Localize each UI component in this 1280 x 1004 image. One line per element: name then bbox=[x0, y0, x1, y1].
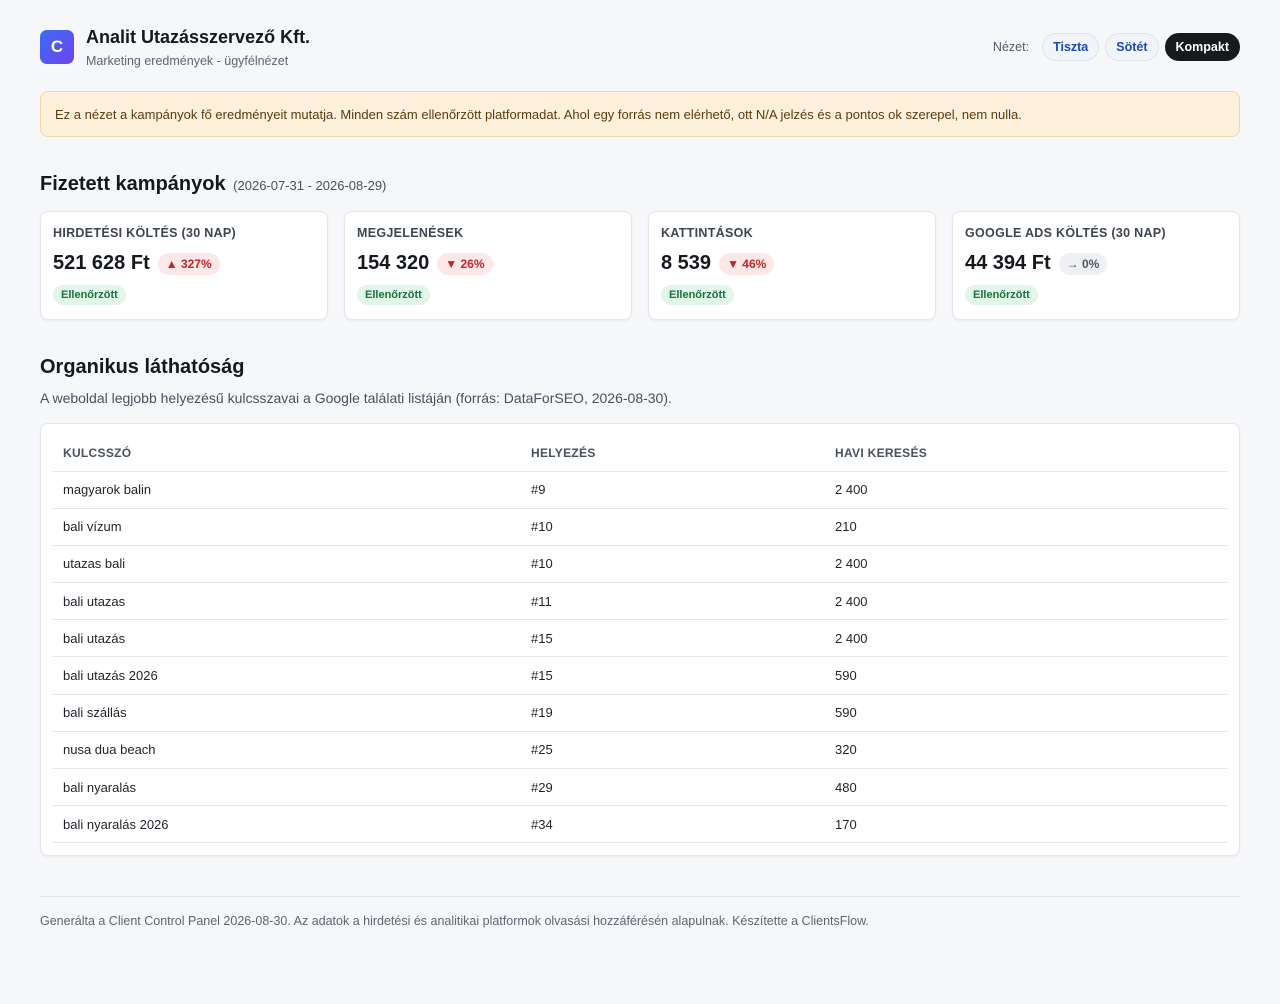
verified-badge: Ellenőrzött bbox=[357, 285, 430, 305]
column-header-keyword: KULCSSZÓ bbox=[53, 436, 521, 472]
table-row: bali nyaralás 2026 #34 170 bbox=[53, 805, 1227, 844]
info-notice: Ez a nézet a kampányok fő eredményeit mu… bbox=[40, 91, 1240, 137]
table-row: nusa dua beach #25 320 bbox=[53, 731, 1227, 770]
keyword-cell: nusa dua beach bbox=[53, 731, 521, 770]
position-cell: #25 bbox=[521, 731, 825, 770]
kpi-label: MEGJELENÉSEK bbox=[357, 226, 464, 240]
position-cell: #10 bbox=[521, 545, 825, 584]
organic-visibility-title: Organikus láthatóság bbox=[40, 356, 245, 378]
position-cell: #11 bbox=[521, 582, 825, 621]
monthly-searches-cell: 2 400 bbox=[825, 582, 1227, 621]
keyword-cell: utazas bali bbox=[53, 545, 521, 584]
keyword-cell: bali vízum bbox=[53, 508, 521, 546]
table-row: magyarok balin #9 2 400 bbox=[53, 471, 1227, 509]
table-row: bali vízum #10 210 bbox=[53, 508, 1227, 546]
monthly-searches-cell: 590 bbox=[825, 656, 1227, 695]
view-sotet-button[interactable]: Sötét bbox=[1105, 33, 1159, 61]
kpi-cards: HIRDETÉSI KÖLTÉS (30 NAP) 521 628 Ft ▲ 3… bbox=[40, 211, 1240, 320]
position-cell: #34 bbox=[521, 805, 825, 844]
kpi-card-ad-spend: HIRDETÉSI KÖLTÉS (30 NAP) 521 628 Ft ▲ 3… bbox=[40, 211, 328, 320]
monthly-searches-cell: 480 bbox=[825, 768, 1227, 807]
keyword-table-card: KULCSSZÓ HELYEZÉS HAVI KERESÉS magyarok … bbox=[40, 423, 1240, 856]
kpi-delta-down: ▼ 46% bbox=[719, 252, 775, 275]
verified-badge: Ellenőrzött bbox=[965, 285, 1038, 305]
paid-campaigns-heading: Fizetett kampányok (2026-07-31 - 2026-08… bbox=[40, 173, 386, 196]
table-row: bali utazás #15 2 400 bbox=[53, 619, 1227, 658]
keyword-table: KULCSSZÓ HELYEZÉS HAVI KERESÉS magyarok … bbox=[53, 436, 1227, 844]
kpi-label: KATTINTÁSOK bbox=[661, 226, 753, 240]
keyword-cell: bali utazás bbox=[53, 619, 521, 658]
column-header-position: HELYEZÉS bbox=[521, 436, 825, 472]
kpi-delta-up: ▲ 327% bbox=[157, 252, 220, 275]
header: C Analit Utazásszervező Kft. Marketing e… bbox=[40, 28, 1240, 72]
monthly-searches-cell: 210 bbox=[825, 508, 1227, 546]
monthly-searches-cell: 590 bbox=[825, 694, 1227, 732]
position-cell: #15 bbox=[521, 619, 825, 658]
monthly-searches-cell: 2 400 bbox=[825, 619, 1227, 658]
view-label: Nézet: bbox=[992, 40, 1030, 54]
verified-badge: Ellenőrzött bbox=[53, 285, 126, 305]
page: C Analit Utazásszervező Kft. Marketing e… bbox=[0, 0, 1280, 1004]
column-header-monthly-searches: HAVI KERESÉS bbox=[825, 436, 1227, 472]
date-range: (2026-07-31 - 2026-08-29) bbox=[233, 178, 387, 193]
kpi-label: HIRDETÉSI KÖLTÉS (30 NAP) bbox=[53, 226, 236, 240]
position-cell: #19 bbox=[521, 694, 825, 732]
company-name: Analit Utazásszervező Kft. bbox=[86, 27, 311, 47]
page-subtitle: Marketing eredmények - ügyfélnézet bbox=[86, 54, 289, 68]
monthly-searches-cell: 2 400 bbox=[825, 545, 1227, 584]
kpi-value: 521 628 Ft bbox=[53, 252, 150, 274]
position-cell: #10 bbox=[521, 508, 825, 546]
kpi-value: 44 394 Ft bbox=[965, 252, 1051, 274]
paid-campaigns-title: Fizetett kampányok bbox=[40, 173, 226, 195]
footer-divider bbox=[40, 896, 1240, 897]
kpi-card-impressions: MEGJELENÉSEK 154 320 ▼ 26% Ellenőrzött bbox=[344, 211, 632, 320]
view-tiszta-button[interactable]: Tiszta bbox=[1042, 33, 1100, 61]
kpi-delta-down: ▼ 26% bbox=[437, 252, 493, 275]
position-cell: #29 bbox=[521, 768, 825, 807]
kpi-card-clicks: KATTINTÁSOK 8 539 ▼ 46% Ellenőrzött bbox=[648, 211, 936, 320]
table-row: bali utazás 2026 #15 590 bbox=[53, 656, 1227, 695]
keyword-cell: bali utazás 2026 bbox=[53, 656, 521, 695]
footer-text: Generálta a Client Control Panel 2026-08… bbox=[40, 914, 869, 928]
keyword-cell: bali szállás bbox=[53, 694, 521, 732]
organic-description: A weboldal legjobb helyezésű kulcsszavai… bbox=[40, 390, 672, 406]
position-cell: #9 bbox=[521, 471, 825, 509]
verified-badge: Ellenőrzött bbox=[661, 285, 734, 305]
kpi-value: 154 320 bbox=[357, 252, 430, 274]
table-header-row: KULCSSZÓ HELYEZÉS HAVI KERESÉS bbox=[53, 436, 1227, 472]
keyword-cell: bali utazas bbox=[53, 582, 521, 621]
monthly-searches-cell: 2 400 bbox=[825, 471, 1227, 509]
table-row: bali nyaralás #29 480 bbox=[53, 768, 1227, 807]
kpi-delta-flat: → 0% bbox=[1058, 252, 1108, 275]
table-row: bali utazas #11 2 400 bbox=[53, 582, 1227, 621]
kpi-value: 8 539 bbox=[661, 252, 712, 274]
kpi-label: GOOGLE ADS KÖLTÉS (30 NAP) bbox=[965, 226, 1166, 240]
view-switcher: Nézet: Tiszta Sötét Kompakt bbox=[993, 33, 1240, 61]
kpi-card-google-ads-spend: GOOGLE ADS KÖLTÉS (30 NAP) 44 394 Ft → 0… bbox=[952, 211, 1240, 320]
keyword-cell: bali nyaralás 2026 bbox=[53, 805, 521, 844]
view-kompakt-button[interactable]: Kompakt bbox=[1164, 33, 1240, 61]
monthly-searches-cell: 320 bbox=[825, 731, 1227, 770]
position-cell: #15 bbox=[521, 656, 825, 695]
keyword-cell: magyarok balin bbox=[53, 471, 521, 509]
keyword-cell: bali nyaralás bbox=[53, 768, 521, 807]
brand: Analit Utazásszervező Kft. Marketing ere… bbox=[86, 28, 310, 68]
monthly-searches-cell: 170 bbox=[825, 805, 1227, 844]
table-row: bali szállás #19 590 bbox=[53, 694, 1227, 732]
brand-logo: C bbox=[40, 30, 74, 64]
table-row: utazas bali #10 2 400 bbox=[53, 545, 1227, 584]
